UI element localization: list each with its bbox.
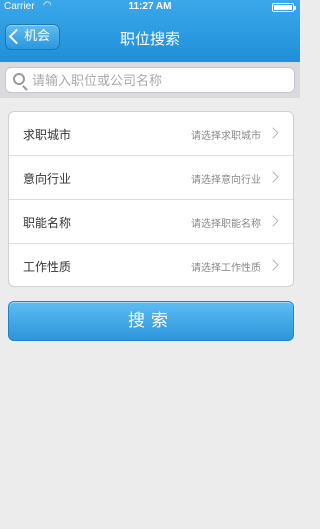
row-value: 请选择工作性质 [191, 263, 261, 274]
row-label: 工作性质 [23, 260, 72, 274]
chevron-right-icon [267, 215, 279, 227]
navigation-header: Carrier ◠ 11:27 AM 机会 职位搜索 [0, 0, 300, 62]
filter-list: 求职城市 请选择求职城市 意向行业 请选择意向行业 职能名称 请选择职能名称 工… [8, 111, 294, 287]
row-job-city[interactable]: 求职城市 请选择求职城市 [9, 112, 293, 156]
page-title: 职位搜索 [119, 30, 180, 48]
row-value: 请选择意向行业 [191, 175, 261, 186]
search-bar [0, 62, 300, 98]
row-value: 请选择职能名称 [191, 219, 261, 230]
row-label: 求职城市 [23, 128, 72, 142]
row-industry[interactable]: 意向行业 请选择意向行业 [9, 156, 293, 200]
chevron-right-icon [267, 259, 279, 271]
row-value: 请选择求职城市 [191, 131, 261, 142]
search-field[interactable] [5, 67, 295, 93]
battery-icon [272, 3, 296, 12]
row-label: 职能名称 [23, 216, 72, 230]
search-icon [13, 73, 25, 85]
status-time: 11:27 AM [128, 1, 172, 12]
chevron-right-icon [267, 127, 279, 139]
row-function[interactable]: 职能名称 请选择职能名称 [9, 200, 293, 244]
search-button[interactable]: 搜索 [8, 301, 294, 341]
status-bar: Carrier ◠ 11:27 AM [0, 0, 300, 15]
chevron-right-icon [267, 171, 279, 183]
search-input[interactable] [32, 71, 287, 91]
row-label: 意向行业 [23, 172, 72, 186]
row-job-type[interactable]: 工作性质 请选择工作性质 [9, 244, 293, 286]
